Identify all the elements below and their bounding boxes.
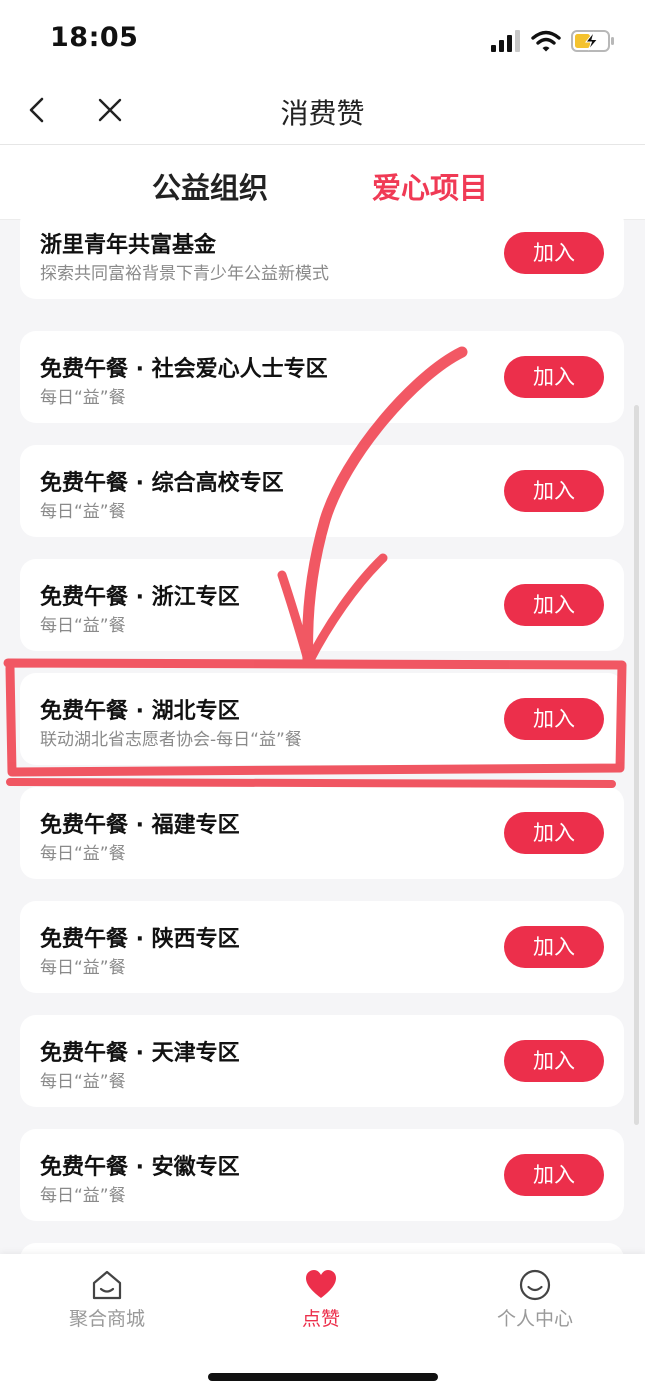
smiley-icon [519, 1269, 551, 1301]
item-title: 免费午餐 · 天津专区 [40, 1041, 240, 1066]
item-title: 免费午餐 · 综合高校专区 [40, 471, 284, 496]
item-title: 免费午餐 · 陕西专区 [40, 927, 240, 952]
join-button[interactable]: 加入 [504, 1040, 604, 1082]
wifi-icon [531, 30, 561, 52]
join-button[interactable]: 加入 [504, 470, 604, 512]
status-bar: 18:05 [0, 0, 645, 80]
home-icon [92, 1270, 122, 1300]
item-subtitle: 每日“益”餐 [40, 1072, 126, 1092]
join-button[interactable]: 加入 [504, 356, 604, 398]
item-title: 免费午餐 · 湖北专区 [40, 699, 240, 724]
item-subtitle: 每日“益”餐 [40, 1186, 126, 1206]
bottom-tab-label: 聚合商城 [68, 1308, 145, 1330]
nav-bar: 消费赞 [0, 80, 645, 145]
item-title: 免费午餐 · 安徽专区 [40, 1155, 240, 1180]
join-button[interactable]: 加入 [504, 698, 604, 740]
list-item[interactable]: 免费午餐 · 天津专区 每日“益”餐 加入 [20, 1015, 624, 1107]
battery-charging-icon [571, 30, 614, 52]
list-item-partial [20, 1243, 624, 1254]
bottom-tab-like[interactable]: 点赞 [246, 1268, 396, 1331]
item-subtitle: 每日“益”餐 [40, 388, 126, 408]
join-button[interactable]: 加入 [504, 584, 604, 626]
list-item[interactable]: 免费午餐 · 陕西专区 每日“益”餐 加入 [20, 901, 624, 993]
status-icons [491, 28, 615, 54]
list-item[interactable]: 免费午餐 · 浙江专区 每日“益”餐 加入 [20, 559, 624, 651]
list-item-highlighted[interactable]: 免费午餐 · 湖北专区 联动湖北省志愿者协会-每日“益”餐 加入 [20, 673, 624, 765]
list-item[interactable]: 免费午餐 · 福建专区 每日“益”餐 加入 [20, 787, 624, 879]
item-title: 浙里青年共富基金 [40, 233, 217, 258]
list-item[interactable]: 免费午餐 · 安徽专区 每日“益”餐 加入 [20, 1129, 624, 1221]
join-button[interactable]: 加入 [504, 1154, 604, 1196]
item-subtitle: 探索共同富裕背景下青少年公益新模式 [40, 264, 329, 284]
bottom-tab-label: 点赞 [301, 1308, 340, 1330]
home-indicator [208, 1373, 438, 1381]
scrollbar[interactable] [634, 405, 639, 1125]
item-subtitle: 联动湖北省志愿者协会-每日“益”餐 [40, 730, 302, 750]
tab-charity-organizations[interactable]: 公益组织 [152, 165, 268, 207]
heart-icon [306, 1270, 336, 1298]
bottom-tab-label: 个人中心 [496, 1308, 573, 1330]
tab-bar: 公益组织 爱心项目 [0, 145, 645, 220]
item-subtitle: 每日“益”餐 [40, 958, 126, 978]
list-item[interactable]: 免费午餐 · 社会爱心人士专区 每日“益”餐 加入 [20, 331, 624, 423]
item-title: 免费午餐 · 福建专区 [40, 813, 240, 838]
item-subtitle: 每日“益”餐 [40, 844, 126, 864]
join-button[interactable]: 加入 [504, 812, 604, 854]
status-time: 18:05 [50, 22, 139, 53]
bottom-tab-mall[interactable]: 聚合商城 [32, 1268, 182, 1331]
list-item[interactable]: 浙里青年共富基金 探索共同富裕背景下青少年公益新模式 加入 [20, 219, 624, 299]
project-list[interactable]: 浙里青年共富基金 探索共同富裕背景下青少年公益新模式 加入 免费午餐 · 社会爱… [0, 219, 645, 1254]
join-button[interactable]: 加入 [504, 926, 604, 968]
signal-icon [491, 30, 520, 52]
page-title: 消费赞 [280, 97, 365, 130]
item-subtitle: 每日“益”餐 [40, 616, 126, 636]
item-title: 免费午餐 · 浙江专区 [40, 585, 240, 610]
join-button[interactable]: 加入 [504, 232, 604, 274]
tab-charity-projects[interactable]: 爱心项目 [372, 165, 488, 207]
item-title: 免费午餐 · 社会爱心人士专区 [40, 357, 328, 382]
bottom-tab-profile[interactable]: 个人中心 [460, 1268, 610, 1331]
item-subtitle: 每日“益”餐 [40, 502, 126, 522]
list-item[interactable]: 免费午餐 · 综合高校专区 每日“益”餐 加入 [20, 445, 624, 537]
